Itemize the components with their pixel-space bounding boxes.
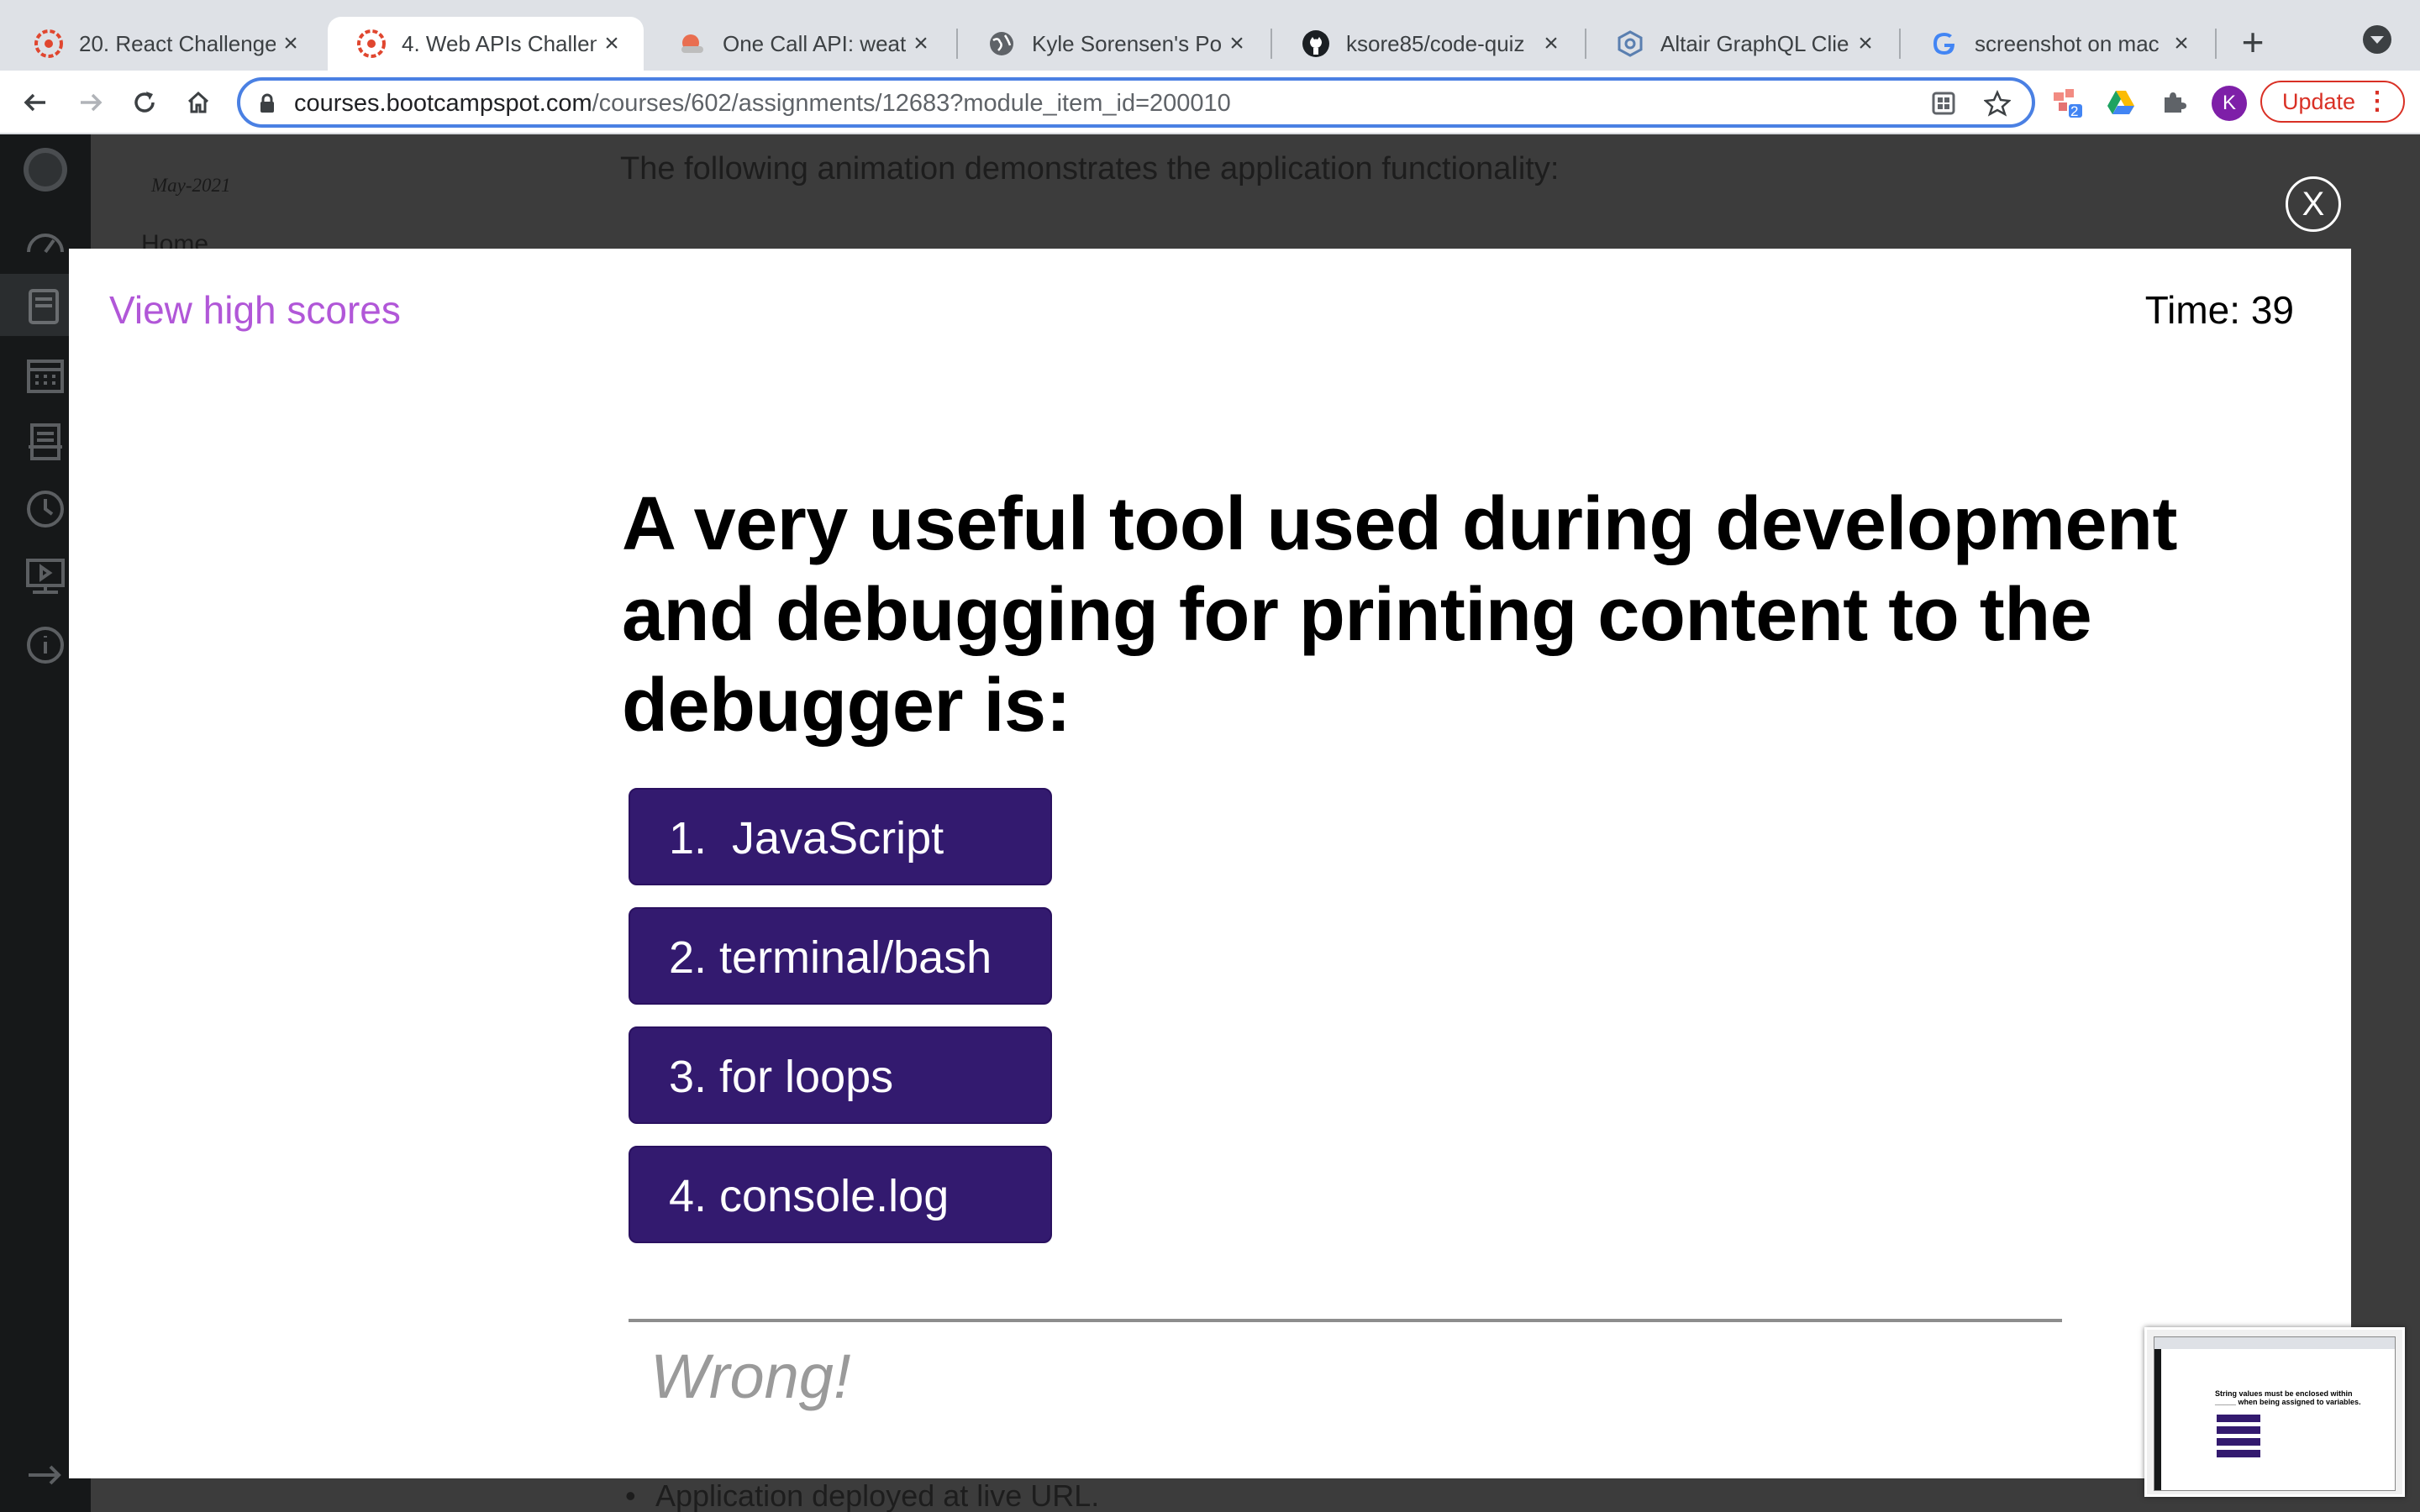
arrow-right-icon [81, 93, 103, 112]
calendar-icon[interactable] [22, 351, 69, 398]
home-button[interactable] [178, 82, 218, 123]
url-domain: courses.bootcampspot.com [294, 90, 592, 117]
inbox-icon[interactable] [22, 418, 69, 465]
extension-badge-icon [2054, 89, 2082, 118]
close-icon[interactable]: × [1222, 29, 1252, 58]
tab-github-code-quiz[interactable]: ksore85/code-quiz × [1272, 17, 1583, 71]
thumbnail-preview: String values must be enclosed within __… [2154, 1336, 2396, 1491]
reload-button[interactable] [124, 82, 165, 123]
tab-title: ksore85/code-quiz [1346, 30, 1525, 56]
thumbnail-choice [2217, 1450, 2260, 1457]
screenshot-thumbnail[interactable]: String values must be enclosed within __… [2144, 1327, 2405, 1497]
thumbnail-question: String values must be enclosed within __… [2215, 1389, 2361, 1406]
url-text: courses.bootcampspot.com/courses/602/ass… [294, 90, 1231, 118]
google-drive-button[interactable] [2101, 82, 2141, 123]
thumbnail-choice [2217, 1426, 2260, 1434]
altair-icon [1615, 29, 1645, 59]
tab-altair-graphql[interactable]: Altair GraphQL Client × [1586, 17, 1897, 71]
canvas-icon [34, 29, 64, 59]
extension-badge-count: 2 [2070, 103, 2079, 119]
google-drive-icon [2107, 91, 2134, 114]
thumbnail-sidebar [2154, 1349, 2161, 1490]
thumbnail-toolbar [2154, 1337, 2395, 1349]
answer-choices: 1. JavaScript 2. terminal/bash 3. for lo… [629, 788, 1052, 1265]
extensions-button[interactable] [2153, 82, 2193, 123]
canvas-icon [356, 29, 387, 59]
globe-icon [986, 29, 1017, 59]
intro-text: The following animation demonstrates the… [620, 151, 1560, 186]
tab-title: One Call API: weather [723, 30, 906, 56]
close-icon[interactable]: × [276, 29, 306, 58]
home-icon [187, 91, 209, 113]
new-tab-button[interactable]: + [2232, 22, 2274, 64]
tab-title: Altair GraphQL Client [1660, 30, 1850, 56]
url-path: /courses/602/assignments/12683?module_it… [592, 90, 1231, 117]
choice-button-2[interactable]: 2. terminal/bash [629, 907, 1052, 1005]
thumbnail-choice [2217, 1438, 2260, 1446]
tab-title: 20. React Challenge: I [79, 30, 276, 56]
more-vert-icon: ⋮ [2365, 87, 2390, 115]
github-icon [1301, 29, 1331, 59]
google-icon [1929, 29, 1960, 59]
tab-title: screenshot on mac - G [1975, 30, 2166, 56]
openweather-icon [677, 29, 708, 59]
tab-react-challenge[interactable]: 20. React Challenge: I × [5, 17, 323, 71]
studio-icon[interactable] [22, 554, 69, 601]
puzzle-icon [2165, 92, 2186, 113]
tab-search-icon[interactable] [2363, 25, 2391, 54]
dashboard-icon[interactable] [22, 220, 69, 267]
close-icon[interactable]: × [1536, 29, 1566, 58]
result-divider [629, 1319, 2062, 1322]
tab-one-call-api[interactable]: One Call API: weather × [649, 17, 953, 71]
qr-code-icon[interactable] [1929, 89, 1958, 118]
tab-separator [2215, 29, 2217, 59]
update-button[interactable]: Update ⋮ [2260, 81, 2405, 123]
lock-icon [259, 93, 276, 118]
close-icon[interactable]: × [1850, 29, 1881, 58]
star-icon[interactable] [1983, 89, 2012, 118]
avatar[interactable]: K [2212, 86, 2247, 121]
timer: Time: 39 [2144, 288, 2294, 332]
choice-button-3[interactable]: 3. for loops [629, 1026, 1052, 1124]
update-label: Update [2282, 89, 2356, 114]
forward-button[interactable] [71, 82, 111, 123]
quiz-demo-modal: View high scores Time: 39 A very useful … [69, 249, 2351, 1478]
close-icon[interactable]: × [2166, 29, 2196, 58]
answer-feedback: Wrong! [650, 1341, 851, 1411]
close-icon[interactable]: × [597, 29, 627, 58]
arrow-left-icon [24, 93, 45, 112]
reload-icon [134, 92, 155, 113]
help-icon[interactable] [22, 622, 69, 669]
requirement-bullet: Application deployed at live URL. [625, 1478, 1099, 1512]
tab-web-apis-challenge[interactable]: 4. Web APIs Challeng × [328, 17, 644, 71]
collapse-nav-icon[interactable] [22, 1452, 69, 1499]
close-overlay-button[interactable]: X [2286, 176, 2341, 232]
tab-strip: 20. React Challenge: I × 4. Web APIs Cha… [0, 0, 2420, 71]
view-high-scores-link[interactable]: View high scores [109, 287, 401, 333]
question-text: A very useful tool used during developme… [622, 482, 2177, 748]
back-button[interactable] [15, 82, 55, 123]
extension-button[interactable]: 2 [2047, 82, 2087, 123]
choice-button-4[interactable]: 4. console.log [629, 1146, 1052, 1243]
tab-google-search[interactable]: screenshot on mac - G × [1901, 17, 2213, 71]
browser-toolbar: courses.bootcampspot.com/courses/602/ass… [0, 71, 2420, 134]
tab-title: Kyle Sorensen's Portf [1032, 30, 1222, 56]
user-avatar-icon[interactable] [22, 146, 69, 193]
tab-portfolio[interactable]: Kyle Sorensen's Portf × [958, 17, 1269, 71]
course-date: May-2021 [151, 175, 231, 196]
close-icon[interactable]: × [906, 29, 936, 58]
address-bar[interactable]: courses.bootcampspot.com/courses/602/ass… [237, 77, 2035, 128]
thumbnail-choice [2217, 1415, 2260, 1422]
tab-title: 4. Web APIs Challeng [402, 30, 597, 56]
choice-button-1[interactable]: 1. JavaScript [629, 788, 1052, 885]
history-icon[interactable] [22, 486, 69, 533]
courses-icon[interactable] [22, 282, 69, 329]
